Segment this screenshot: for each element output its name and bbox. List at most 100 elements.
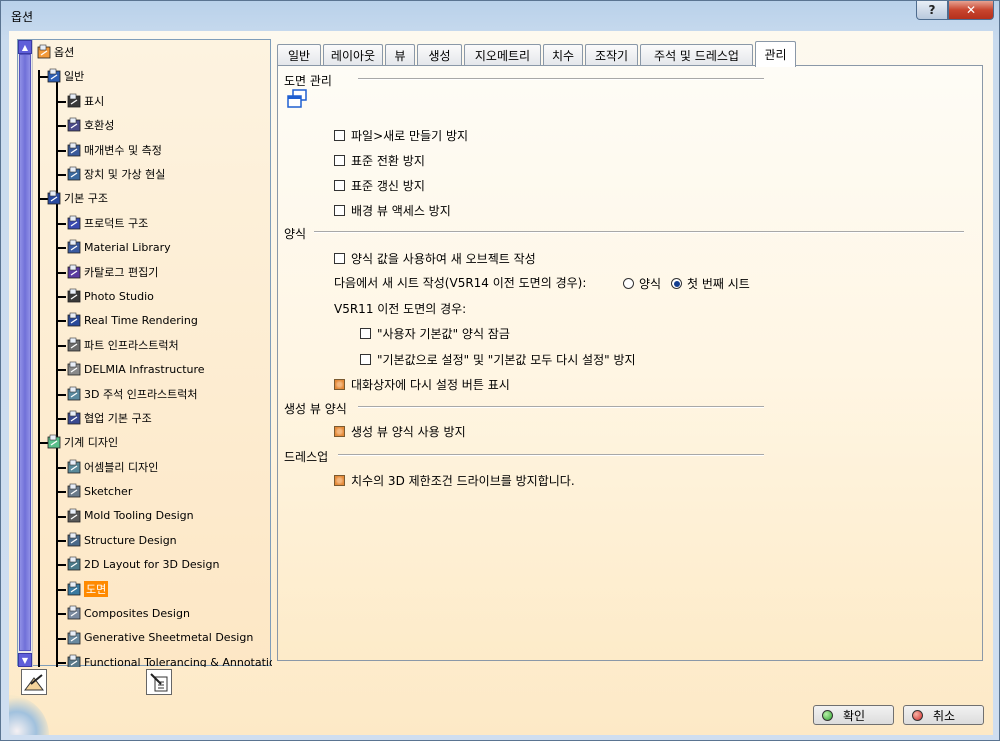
tree-item[interactable]: 기본 구조 [46, 188, 108, 208]
tree-item[interactable]: Material Library [66, 237, 171, 257]
tab[interactable]: 조작기 [585, 44, 638, 66]
close-button[interactable]: ✕ [948, 1, 994, 20]
checkbox-lock-user-defaults[interactable]: "사용자 기본값" 양식 잠금 [360, 325, 510, 342]
checkbox-box[interactable] [360, 328, 371, 339]
rendering-icon [66, 312, 82, 328]
cancel-button[interactable]: 취소 [903, 705, 984, 725]
drawing-icon [66, 581, 82, 597]
section-divider [358, 406, 764, 408]
tree-item[interactable]: 어셈블리 디자인 [66, 457, 158, 477]
tab[interactable]: 생성 [417, 44, 462, 66]
tree-item[interactable]: Sketcher [66, 481, 132, 501]
ok-button[interactable]: 확인 [813, 705, 894, 725]
tree-item-label: Structure Design [84, 533, 177, 547]
tree-item[interactable]: 도면 [66, 579, 109, 599]
tree-connector [56, 369, 66, 372]
tree-item[interactable]: Composites Design [66, 603, 190, 623]
tree-item[interactable]: Structure Design [66, 530, 177, 550]
tree-settings-icon[interactable] [146, 669, 172, 695]
tree-item[interactable]: Real Time Rendering [66, 310, 198, 330]
tree-item-label: Functional Tolerancing & Annotation [84, 655, 272, 668]
infrastructure-icon [46, 190, 62, 206]
tab[interactable]: 지오메트리 [464, 44, 541, 66]
help-button[interactable]: ? [916, 1, 948, 20]
tree-home-icon[interactable] [21, 669, 47, 695]
tree-scrollbar[interactable]: ▲ ▼ [18, 40, 33, 667]
tree-item[interactable]: 호환성 [66, 115, 114, 135]
tab[interactable]: 주석 및 드레스업 [640, 44, 753, 66]
tree-item[interactable]: Mold Tooling Design [66, 506, 194, 526]
tree-item-label: Mold Tooling Design [84, 509, 194, 523]
checkbox-prevent-3d-constraint-drive[interactable]: 치수의 3D 제한조건 드라이브를 방지합니다. [334, 472, 575, 489]
tree-connector [56, 662, 66, 664]
tree-connector [56, 588, 66, 591]
checkbox-create-with-style[interactable]: 양식 값을 사용하여 새 오브젝트 작성 [334, 250, 536, 267]
tree-item[interactable]: 매개변수 및 측정 [66, 140, 162, 160]
tree-item-label: Material Library [84, 240, 171, 254]
scroll-down-icon[interactable]: ▼ [18, 653, 32, 667]
checkbox-label: "기본값으로 설정" 및 "기본값 모두 다시 설정" 방지 [377, 353, 636, 367]
tree-item[interactable]: Functional Tolerancing & Annotation [66, 652, 272, 667]
title-bar: 옵션 ? ✕ [1, 1, 1000, 31]
tree-item-label: 매개변수 및 측정 [84, 143, 162, 157]
tree-item[interactable]: 3D 주석 인프라스트럭처 [66, 384, 198, 404]
tree-connector [56, 174, 66, 176]
checkbox-prevent-file-new[interactable]: 파일>새로 만들기 방지 [334, 127, 468, 144]
tree-item-label: Composites Design [84, 606, 190, 620]
tree-item[interactable]: 옵션 [36, 42, 74, 62]
tree-item[interactable]: Generative Sheetmetal Design [66, 628, 253, 648]
tab[interactable]: 관리 [755, 41, 796, 67]
window-title: 옵션 [11, 10, 34, 24]
checkbox-box[interactable] [334, 379, 345, 390]
checkbox-box[interactable] [334, 155, 345, 166]
tree-item[interactable]: 카탈로그 편집기 [66, 262, 158, 282]
checkbox-box[interactable] [334, 475, 345, 486]
photo-studio-icon [66, 288, 82, 304]
tree-item[interactable]: 표시 [66, 91, 104, 111]
checkbox-box[interactable] [334, 130, 345, 141]
tab[interactable]: 일반 [277, 44, 321, 66]
checkbox-box[interactable] [334, 205, 345, 216]
tree-item[interactable]: 기계 디자인 [46, 432, 118, 452]
radio-button[interactable] [671, 278, 682, 289]
tab-panel-management: 도면 관리 파일>새로 만들기 방지 표준 전환 방지 표준 갱신 방지 배경 … [277, 65, 983, 661]
radio-button[interactable] [623, 278, 634, 289]
checkbox-box[interactable] [334, 426, 345, 437]
checkbox-box[interactable] [360, 354, 371, 365]
tree-item[interactable]: 장치 및 가상 현실 [66, 164, 165, 184]
scroll-up-icon[interactable]: ▲ [18, 40, 32, 54]
checkbox-show-reset-button[interactable]: 대화상자에 다시 설정 버튼 표시 [334, 376, 510, 393]
scroll-thumb[interactable] [19, 54, 31, 651]
checkbox-prevent-standard-switch[interactable]: 표준 전환 방지 [334, 152, 425, 169]
tab[interactable]: 뷰 [385, 44, 415, 66]
tab[interactable]: 치수 [543, 44, 583, 66]
section-title-style: 양식 [284, 227, 307, 241]
tree-item[interactable]: 일반 [46, 66, 84, 86]
checkbox-prevent-background-access[interactable]: 배경 뷰 액세스 방지 [334, 202, 451, 219]
tree-item-label: 호환성 [84, 119, 115, 133]
compatibility-icon [66, 117, 82, 133]
tree-item-label: 장치 및 가상 현실 [84, 168, 166, 181]
radio-first-sheet[interactable]: 첫 번째 시트 [671, 275, 750, 292]
tree-item[interactable]: 협업 기본 구조 [66, 408, 152, 428]
tab[interactable]: 레이아웃 [323, 44, 383, 66]
checkbox-box[interactable] [334, 180, 345, 191]
checkbox-prevent-standard-update[interactable]: 표준 갱신 방지 [334, 177, 425, 194]
checkbox-prevent-reset-defaults[interactable]: "기본값으로 설정" 및 "기본값 모두 다시 설정" 방지 [360, 351, 636, 368]
tree-item[interactable]: DELMIA Infrastructure [66, 359, 205, 379]
tree-item[interactable]: 프로덕트 구조 [66, 213, 148, 233]
checkbox-box[interactable] [334, 253, 345, 264]
tree-connector [56, 247, 66, 250]
tree-item[interactable]: 2D Layout for 3D Design [66, 554, 219, 574]
checkbox-label: 치수의 3D 제한조건 드라이브를 방지합니다. [351, 474, 575, 488]
tree-item-label: Photo Studio [84, 289, 154, 303]
catalog-editor-icon [66, 264, 82, 280]
tree-item[interactable]: 파트 인프라스트럭처 [66, 335, 179, 355]
checkbox-prevent-generative-view-style[interactable]: 생성 뷰 양식 사용 방지 [334, 423, 466, 440]
tree-item-label: 2D Layout for 3D Design [84, 557, 220, 571]
radio-style[interactable]: 양식 [623, 275, 661, 292]
tree-item[interactable]: Photo Studio [66, 286, 154, 306]
cancel-icon [912, 709, 923, 721]
tree-connector [56, 393, 66, 396]
tree-connector [56, 515, 66, 518]
